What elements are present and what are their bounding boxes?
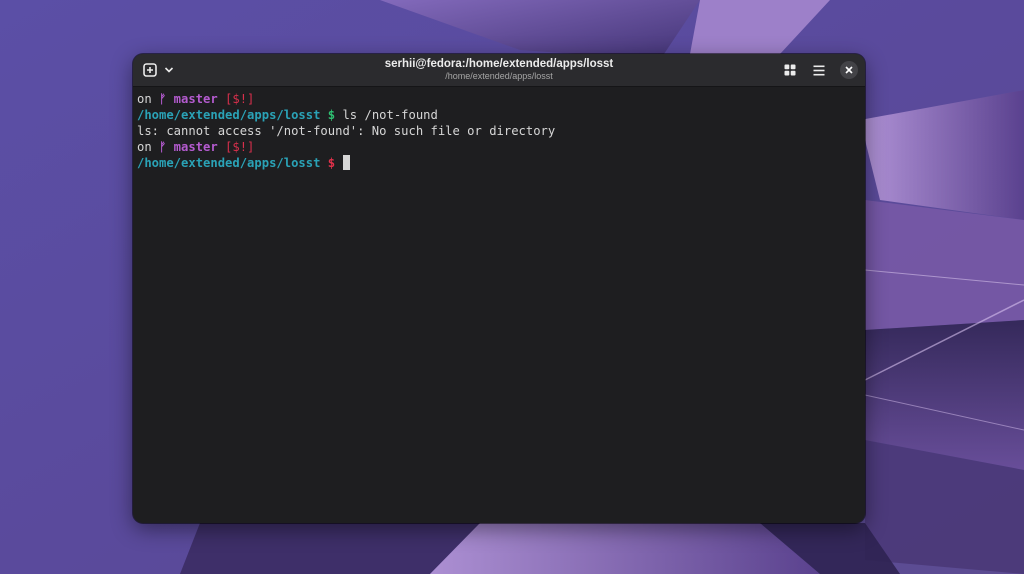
prompt-path: /home/extended/apps/losst — [137, 156, 321, 170]
git-status: [$!] — [225, 92, 255, 106]
terminal-window: serhii@fedora:/home/extended/apps/losst … — [133, 54, 865, 523]
grid-icon — [784, 64, 796, 76]
main-menu-button[interactable] — [810, 61, 828, 79]
tab-menu-button[interactable] — [162, 61, 176, 79]
plus-square-icon — [143, 63, 157, 77]
window-subtitle: /home/extended/apps/losst — [445, 71, 553, 81]
prompt-path: /home/extended/apps/losst — [137, 108, 321, 122]
terminal-line: /home/extended/apps/losst $ ls /not-foun… — [137, 107, 857, 123]
git-on-label: on — [137, 92, 160, 106]
new-tab-button[interactable] — [141, 61, 159, 79]
terminal-line: /home/extended/apps/losst $ — [137, 155, 857, 171]
command-text: ls /not-found — [342, 108, 438, 122]
tab-overview-button[interactable] — [781, 61, 799, 79]
window-title: serhii@fedora:/home/extended/apps/losst — [384, 58, 614, 70]
titlebar[interactable]: serhii@fedora:/home/extended/apps/losst … — [133, 54, 865, 87]
git-status: [$!] — [225, 140, 255, 154]
git-branch: ᚠ master — [159, 92, 218, 106]
chevron-down-icon — [164, 67, 174, 73]
close-button[interactable] — [840, 61, 858, 79]
terminal-line: on ᚠ master [$!] — [137, 91, 857, 107]
text-cursor — [343, 155, 351, 170]
terminal-line: ls: cannot access '/not-found': No such … — [137, 123, 857, 139]
terminal-output[interactable]: on ᚠ master [$!] /home/extended/apps/los… — [137, 91, 857, 517]
git-branch: ᚠ master — [159, 140, 218, 154]
window-title-area: serhii@fedora:/home/extended/apps/losst … — [313, 57, 685, 82]
terminal-line: on ᚠ master [$!] — [137, 139, 857, 155]
close-icon — [845, 66, 853, 74]
hamburger-menu-icon — [813, 65, 825, 75]
command-output: ls: cannot access '/not-found': No such … — [137, 124, 556, 138]
git-on-label: on — [137, 140, 160, 154]
